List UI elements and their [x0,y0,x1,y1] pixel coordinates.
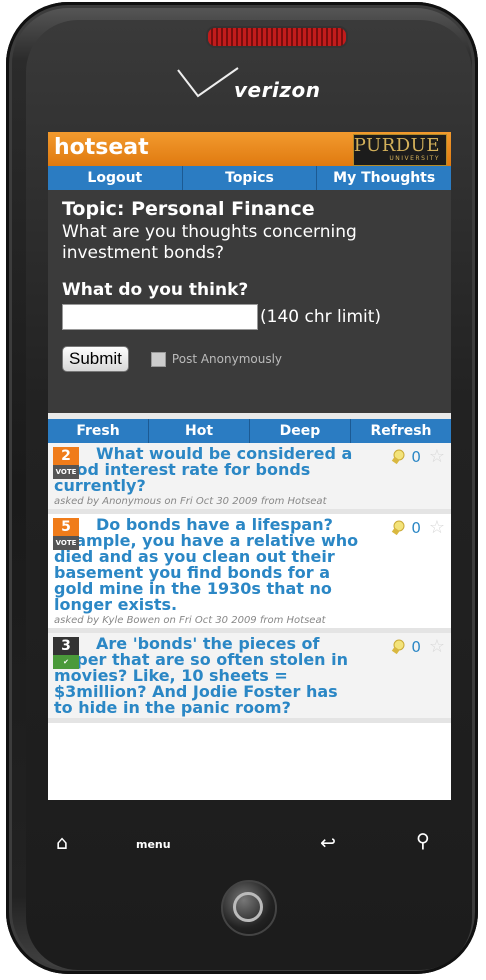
topic-title: Topic: Personal Finance [62,198,315,220]
list-item[interactable]: 2 VOTE What would be considered a good i… [48,443,451,514]
carrier-brand: verizon [234,78,321,102]
list-item[interactable]: 3 ✔ Are 'bonds' the pieces of paper that… [48,633,451,723]
nav-topics[interactable]: Topics [183,166,318,190]
purdue-logo: PURDUE UNIVERSITY [353,134,447,166]
lightbulb-icon[interactable] [389,448,407,466]
thought-input[interactable] [62,304,258,330]
lightbulb-icon[interactable] [389,638,407,656]
purdue-name: PURDUE [353,135,440,156]
speaker-grille [206,26,348,48]
home-icon[interactable]: ⌂ [56,832,68,854]
hardware-buttons: ⌂ menu ↩ ⚲ [48,830,450,872]
prompt-label: What do you think? [62,280,249,300]
app-header: hotseat PURDUE UNIVERSITY [48,132,451,166]
star-icon[interactable]: ☆ [429,446,445,467]
trackball-ring [233,892,263,922]
comment-count: 0 [411,637,421,656]
purdue-sub: UNIVERSITY [389,155,440,162]
char-limit: (140 chr limit) [260,307,382,327]
nav-my-thoughts[interactable]: My Thoughts [317,166,451,190]
comment-count: 0 [411,447,421,466]
anonymous-checkbox[interactable] [150,351,166,367]
vote-count: 5 [53,518,79,536]
tab-fresh[interactable]: Fresh [48,419,149,443]
nav-logout[interactable]: Logout [48,166,183,190]
trackball[interactable] [221,880,277,936]
vote-label: VOTE [53,536,79,550]
back-icon[interactable]: ↩ [320,832,336,854]
screen: hotseat PURDUE UNIVERSITY Logout Topics … [48,132,451,800]
verizon-check-icon [177,67,239,98]
top-nav: Logout Topics My Thoughts [48,166,451,190]
post-stats: 0 ☆ [389,636,445,657]
post-meta: asked by Kyle Bowen on Fri Oct 30 2009 f… [54,615,326,626]
tab-hot[interactable]: Hot [149,419,250,443]
post-stats: 0 ☆ [389,517,445,538]
topic-question: What are you thoughts concerning investm… [62,222,357,263]
tab-deep[interactable]: Deep [250,419,351,443]
lightbulb-icon[interactable] [389,519,407,537]
post-list: 2 VOTE What would be considered a good i… [48,443,451,723]
vote-button[interactable]: 5 VOTE [53,518,79,552]
tab-refresh[interactable]: Refresh [351,419,451,443]
star-icon[interactable]: ☆ [429,636,445,657]
menu-button[interactable]: menu [136,838,171,851]
submit-button[interactable]: Submit [62,346,129,372]
anonymous-label: Post Anonymously [171,352,283,366]
vote-count: 3 [53,637,79,655]
comment-count: 0 [411,518,421,537]
search-icon[interactable]: ⚲ [416,830,430,852]
sort-tabs: Fresh Hot Deep Refresh [48,419,451,443]
app-logo: hotseat [54,135,149,160]
list-item[interactable]: 5 VOTE Do bonds have a lifespan? Example… [48,514,451,633]
voted-check-icon: ✔ [53,655,79,669]
vote-button[interactable]: 2 VOTE [53,447,79,481]
post-meta: asked by Anonymous on Fri Oct 30 2009 fr… [54,496,327,507]
compose-panel: Topic: Personal Finance What are you tho… [48,190,451,413]
vote-button[interactable]: 3 ✔ [53,637,79,671]
vote-count: 2 [53,447,79,465]
post-stats: 0 ☆ [389,446,445,467]
star-icon[interactable]: ☆ [429,517,445,538]
vote-label: VOTE [53,465,79,479]
